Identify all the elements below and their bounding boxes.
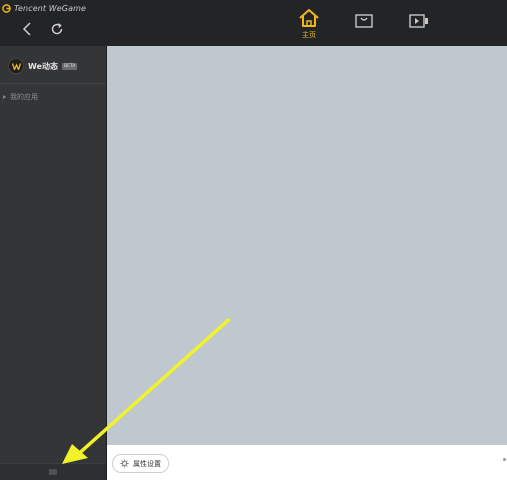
app-brand-name: Tencent WeGame (14, 4, 87, 13)
expand-triangle-icon (3, 95, 6, 99)
back-button[interactable] (18, 20, 36, 38)
my-apps-section[interactable]: 我的应用 (3, 92, 38, 102)
sidebar-divider (0, 83, 106, 84)
beta-badge: BETA (61, 62, 78, 70)
sidebar: We动态 BETA 我的应用 (0, 46, 107, 480)
sidebar-menu-button[interactable] (0, 463, 106, 480)
we-logo-icon (8, 58, 24, 74)
tab-home[interactable]: 主页 (294, 8, 324, 42)
main-content (107, 46, 507, 445)
tab-home-label: 主页 (302, 31, 316, 39)
video-icon (409, 14, 428, 28)
properties-settings-button[interactable]: 属性设置 (112, 454, 169, 473)
bottom-bar: 属性设置 (107, 445, 507, 480)
my-apps-label: 我的应用 (10, 93, 38, 101)
we-feed-link[interactable]: We动态 BETA (8, 58, 78, 74)
refresh-button[interactable] (48, 20, 66, 38)
tab-store[interactable] (349, 8, 379, 42)
menu-icon (49, 469, 57, 475)
tab-video[interactable] (404, 8, 434, 42)
title-bar: Tencent WeGame 主页 (0, 0, 507, 46)
properties-settings-label: 属性设置 (133, 459, 161, 468)
app-brand: Tencent WeGame (2, 4, 86, 13)
refresh-icon (51, 23, 63, 35)
store-bag-icon (355, 14, 373, 28)
wegame-logo-icon (2, 4, 11, 13)
we-feed-title: We动态 (28, 61, 58, 71)
gear-icon (120, 459, 129, 468)
back-arrow-icon (22, 22, 31, 36)
home-icon (299, 9, 319, 27)
scroll-dot (503, 458, 506, 461)
